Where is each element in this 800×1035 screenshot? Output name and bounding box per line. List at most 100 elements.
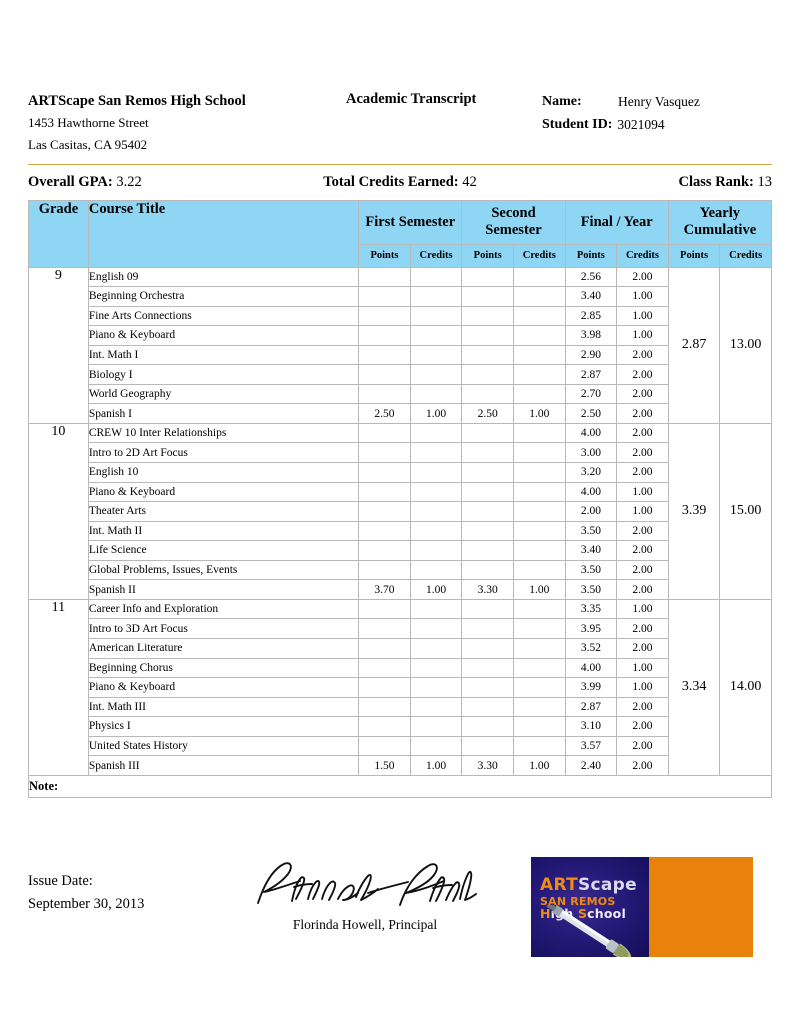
table-row: English 10 3.20 2.00: [29, 462, 772, 483]
s2-points-cell: [461, 716, 514, 737]
final-credits-cell: 2.00: [616, 520, 669, 542]
document-footer: Issue Date: September 30, 2013 Florinda …: [28, 855, 772, 965]
s2-credits-cell: [512, 383, 566, 405]
cumulative-credits-cell: 14.00: [719, 598, 772, 776]
s1-credits-cell: [409, 735, 463, 757]
course-title-cell: Int. Math III: [87, 696, 360, 718]
s1-credits-cell: [409, 266, 463, 288]
course-title-cell: Intro to 2D Art Focus: [87, 442, 360, 464]
grade-level-cell: 11: [28, 598, 89, 776]
s1-credits-cell: [409, 462, 463, 483]
s1-points-cell: 1.50: [358, 755, 411, 776]
issue-date-label: Issue Date:: [28, 873, 93, 889]
course-title-cell: American Literature: [87, 637, 360, 659]
final-points-cell: 3.40: [564, 286, 618, 307]
table-row: Life Science 3.40 2.00: [29, 540, 772, 561]
table-row: Physics I 3.10 2.00: [29, 716, 772, 737]
student-name-value: Henry Vasquez: [618, 94, 700, 109]
s1-credits-cell: [409, 598, 463, 620]
final-points-cell: 3.50: [564, 579, 618, 600]
final-credits-cell: 1.00: [616, 286, 669, 307]
course-title-cell: Spanish II: [87, 579, 360, 600]
course-title-cell: Beginning Orchestra: [87, 286, 360, 307]
s1-points-cell: [358, 559, 411, 581]
s1-points-cell: [358, 540, 411, 561]
col-s2-points: Points: [461, 243, 514, 268]
s2-credits-cell: [512, 520, 566, 542]
s1-credits-cell: [409, 696, 463, 718]
s1-points-cell: [358, 618, 411, 639]
final-points-cell: 2.56: [564, 266, 618, 288]
s2-credits-cell: [512, 422, 566, 444]
s2-points-cell: 3.30: [461, 579, 514, 600]
final-credits-cell: 1.00: [616, 657, 669, 679]
s1-points-cell: [358, 735, 411, 757]
final-credits-cell: 2.00: [616, 442, 669, 464]
s2-credits-cell: [512, 637, 566, 659]
final-credits-cell: 1.00: [616, 305, 669, 327]
s2-points-cell: [461, 364, 514, 385]
header-divider: [28, 163, 772, 165]
cumulative-credits-cell: 15.00: [719, 422, 772, 600]
s1-credits-cell: [409, 442, 463, 464]
issue-date: Issue Date: September 30, 2013: [28, 870, 144, 917]
school-name: ARTScape San Remos High School: [28, 93, 246, 109]
s2-points-cell: [461, 305, 514, 327]
transcript-table: Grade Course Title First Semester Second…: [28, 199, 773, 798]
total-credits-value: 42: [462, 173, 477, 190]
overall-gpa: Overall GPA: 3.22: [28, 174, 276, 191]
s2-credits-cell: [512, 598, 566, 620]
table-row: Spanish I 2.50 1.00 2.50 1.00 2.50 2.00: [29, 403, 772, 424]
final-points-cell: 2.00: [564, 501, 618, 522]
course-title-cell: Beginning Chorus: [87, 657, 360, 679]
s1-credits-cell: [409, 364, 463, 385]
s2-points-cell: 3.30: [461, 755, 514, 776]
note-label: Note:: [29, 778, 59, 793]
overall-gpa-value: 3.22: [116, 173, 142, 190]
s1-credits-cell: [409, 677, 463, 698]
table-row: Spanish III 1.50 1.00 3.30 1.00 2.40 2.00: [29, 755, 772, 776]
final-points-cell: 3.20: [564, 462, 618, 483]
final-points-cell: 3.52: [564, 637, 618, 659]
table-row: Piano & Keyboard 3.99 1.00: [29, 677, 772, 698]
col-s1-credits: Credits: [409, 243, 463, 268]
s2-credits-cell: [512, 481, 566, 503]
final-credits-cell: 2.00: [616, 403, 669, 424]
class-rank-label: Class Rank:: [678, 173, 754, 190]
table-row: Theater Arts 2.00 1.00: [29, 501, 772, 522]
s2-points-cell: [461, 520, 514, 542]
final-credits-cell: 1.00: [616, 677, 669, 698]
final-credits-cell: 2.00: [616, 344, 669, 366]
final-points-cell: 2.87: [564, 364, 618, 385]
total-credits-label: Total Credits Earned:: [323, 173, 459, 190]
s2-points-cell: [461, 735, 514, 757]
student-name-label: Name:: [542, 94, 582, 109]
summary-bar: Overall GPA: 3.22 Total Credits Earned: …: [28, 174, 772, 191]
s2-points-cell: [461, 286, 514, 307]
table-row: Intro to 3D Art Focus 3.95 2.00: [29, 618, 772, 639]
table-row: Piano & Keyboard 3.98 1.00: [29, 325, 772, 346]
final-credits-cell: 2.00: [616, 579, 669, 600]
s2-points-cell: [461, 559, 514, 581]
col-s1-points: Points: [358, 243, 411, 268]
final-points-cell: 2.50: [564, 403, 618, 424]
s1-points-cell: [358, 657, 411, 679]
table-row: Fine Arts Connections 2.85 1.00: [29, 305, 772, 327]
col-first-semester: First Semester: [358, 199, 463, 245]
school-logo: ARTScape SAN REMOS High School: [531, 857, 753, 957]
s1-points-cell: [358, 422, 411, 444]
s1-credits-cell: [409, 286, 463, 307]
course-title-cell: English 10: [87, 462, 360, 483]
s1-credits-cell: [409, 520, 463, 542]
header-row-main: Grade Course Title First Semester Second…: [28, 199, 773, 268]
s2-points-cell: [461, 422, 514, 444]
s1-points-cell: 3.70: [358, 579, 411, 600]
logo-art: ART: [540, 875, 578, 895]
s1-points-cell: [358, 677, 411, 698]
s2-points-cell: [461, 598, 514, 620]
final-points-cell: 3.99: [564, 677, 618, 698]
final-points-cell: 2.87: [564, 696, 618, 718]
s1-points-cell: [358, 481, 411, 503]
s2-credits-cell: [512, 716, 566, 737]
final-points-cell: 3.57: [564, 735, 618, 757]
